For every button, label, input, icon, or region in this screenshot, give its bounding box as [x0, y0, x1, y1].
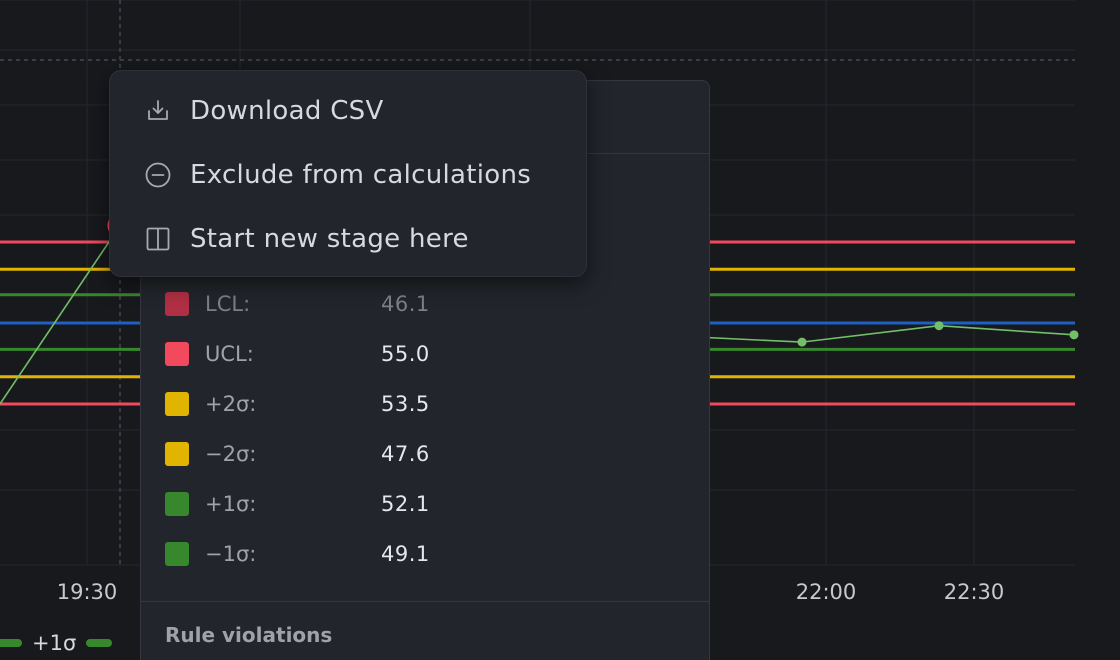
- x-tick-label: 22:00: [795, 580, 857, 604]
- menu-item-exclude[interactable]: Exclude from calculations: [110, 143, 586, 207]
- limit-row-lcl: LCL: 46.1: [165, 279, 430, 329]
- limit-row-minus-2-sigma: −2σ: 47.6: [165, 429, 430, 479]
- menu-item-download-csv[interactable]: Download CSV: [110, 79, 586, 143]
- limit-label: −1σ:: [205, 542, 257, 566]
- data-point: [934, 321, 944, 331]
- limit-value: 53.5: [381, 392, 430, 416]
- limit-label: −2σ:: [205, 442, 257, 466]
- limit-label: +2σ:: [205, 392, 257, 416]
- limit-value: 49.1: [381, 542, 430, 566]
- x-tick-label: 19:30: [56, 580, 118, 604]
- limit-value: 52.1: [381, 492, 430, 516]
- menu-item-new-stage[interactable]: Start new stage here: [110, 207, 586, 271]
- limit-row-minus-1-sigma: −1σ: 49.1: [165, 529, 430, 579]
- data-point: [1069, 330, 1079, 340]
- limit-value: 46.1: [381, 292, 430, 316]
- color-swatch: [165, 542, 189, 566]
- limit-value: 47.6: [381, 442, 430, 466]
- limit-row-plus-2-sigma: +2σ: 53.5: [165, 379, 430, 429]
- limit-label: +1σ:: [205, 492, 257, 516]
- legend-swatch: [0, 639, 22, 647]
- series-line: [649, 324, 1075, 343]
- color-swatch: [165, 492, 189, 516]
- point-context-menu: Download CSV Exclude from calculations S…: [109, 70, 587, 277]
- data-point: [797, 337, 807, 347]
- chart-legend: +1σ: [0, 626, 113, 660]
- menu-item-label: Start new stage here: [190, 224, 469, 254]
- color-swatch: [165, 292, 189, 316]
- rule-violations-heading: Rule violations: [165, 623, 333, 647]
- split-columns-icon: [144, 225, 172, 253]
- tooltip-divider: [141, 601, 709, 602]
- menu-item-label: Download CSV: [190, 96, 384, 126]
- limit-row-plus-1-sigma: +1σ: 52.1: [165, 479, 430, 529]
- limit-row-ucl: UCL: 55.0: [165, 329, 430, 379]
- menu-item-label: Exclude from calculations: [190, 160, 532, 190]
- x-tick-label: 22:30: [943, 580, 1005, 604]
- legend-swatch: [86, 639, 113, 647]
- limit-label: UCL:: [205, 342, 254, 366]
- limit-value: 55.0: [381, 342, 430, 366]
- color-swatch: [165, 392, 189, 416]
- download-icon: [144, 97, 172, 125]
- color-swatch: [165, 442, 189, 466]
- control-limits-list: LCL: 46.1 UCL: 55.0 +2σ: 53.5 −2σ: 47.6 …: [165, 279, 430, 579]
- color-swatch: [165, 342, 189, 366]
- legend-label[interactable]: +1σ: [32, 631, 76, 655]
- minus-circle-icon: [144, 161, 172, 189]
- control-chart-panel: 19:30 22:00 22:30 +1σ LCL: 46.1 UCL: 55.…: [0, 0, 1120, 660]
- limit-label: LCL:: [205, 292, 251, 316]
